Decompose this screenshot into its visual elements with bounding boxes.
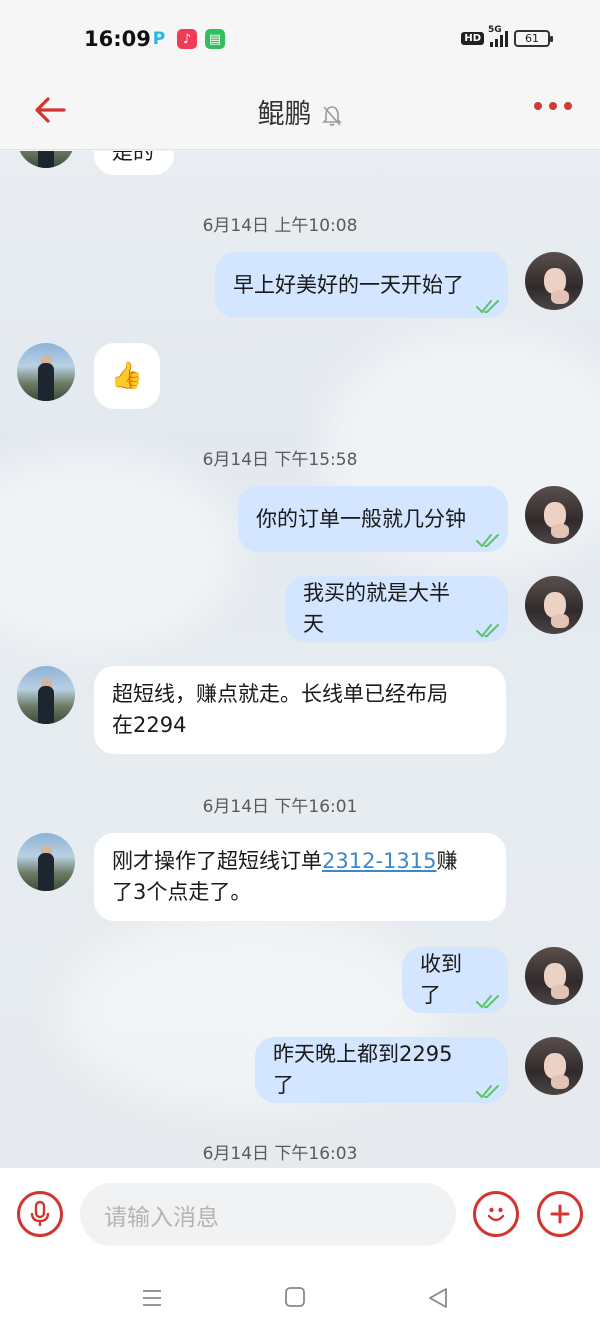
emoji-button[interactable] <box>473 1191 519 1237</box>
message-timestamp: 6月14日 上午10:08 <box>202 216 358 236</box>
dot-icon <box>534 102 542 110</box>
message-text: 收到了 <box>420 952 462 1007</box>
read-receipt-icon <box>476 300 499 314</box>
chat-title: 鲲鹏 <box>257 99 312 130</box>
parking-app-icon: P <box>152 29 166 49</box>
message-bubble[interactable]: 早上好美好的一天开始了 <box>215 252 508 318</box>
contact-avatar[interactable] <box>17 666 75 724</box>
message-text: 早上好美好的一天开始了 <box>233 272 464 297</box>
message-bubble[interactable]: 是的 <box>94 151 174 175</box>
message-timestamp: 6月14日 下午16:03 <box>202 1144 358 1164</box>
menu-icon[interactable] <box>140 1286 164 1310</box>
battery-level: 61 <box>525 32 539 45</box>
muted-bell-icon <box>321 105 342 126</box>
message-text: 你的订单一般就几分钟 <box>256 506 466 531</box>
network-type: 5G <box>488 24 502 35</box>
microphone-icon <box>30 1200 50 1226</box>
contact-avatar[interactable] <box>17 833 75 891</box>
message-text: 是的 <box>112 151 154 164</box>
message-text: 我买的就是大半天 <box>303 581 450 636</box>
thumbs-up-emoji: 👍 <box>110 360 144 391</box>
add-button[interactable] <box>537 1191 583 1237</box>
hd-icon: HD <box>461 32 484 45</box>
message-text: 在2294 <box>112 713 187 737</box>
system-navigation-bar <box>0 1268 600 1333</box>
message-input[interactable]: 请输入消息 <box>80 1183 456 1246</box>
status-time: 16:09 <box>84 27 151 51</box>
message-bubble[interactable]: 刚才操作了超短线订单2312-1315赚 了3个点走了。 <box>94 833 506 921</box>
signal-icon: 5G <box>488 25 508 47</box>
read-receipt-icon <box>476 624 499 638</box>
message-bubble[interactable]: 昨天晚上都到2295了 <box>255 1037 508 1103</box>
chat-header: 鲲鹏 <box>0 78 600 150</box>
message-bubble[interactable]: 我买的就是大半天 <box>285 576 508 642</box>
message-text: 了3个点走了。 <box>112 880 252 904</box>
message-text: 昨天晚上都到2295了 <box>273 1042 453 1097</box>
more-options-button[interactable] <box>534 94 572 118</box>
my-avatar[interactable] <box>525 252 583 310</box>
plus-icon <box>550 1204 570 1224</box>
message-timestamp: 6月14日 下午15:58 <box>202 450 358 470</box>
music-app-icon: ♪ <box>177 29 197 49</box>
message-bubble[interactable]: 👍 <box>94 343 160 409</box>
back-triangle-icon[interactable] <box>426 1286 450 1310</box>
my-avatar[interactable] <box>525 486 583 544</box>
input-bar: 请输入消息 <box>0 1168 600 1268</box>
my-avatar[interactable] <box>525 576 583 634</box>
messages-app-icon: ▤ <box>205 29 225 49</box>
message-bubble[interactable]: 超短线，赚点就走。长线单已经布局 在2294 <box>94 666 506 754</box>
message-list[interactable]: 是的 6月14日 上午10:08 早上好美好的一天开始了 👍 6月14日 下午1… <box>0 151 600 1168</box>
my-avatar[interactable] <box>525 1037 583 1095</box>
voice-button[interactable] <box>17 1191 63 1237</box>
home-icon[interactable] <box>284 1286 306 1308</box>
message-text: 赚 <box>436 849 458 873</box>
read-receipt-icon <box>476 995 499 1009</box>
message-timestamp: 6月14日 下午16:01 <box>202 797 358 817</box>
contact-avatar[interactable] <box>17 343 75 401</box>
read-receipt-icon <box>476 534 499 548</box>
my-avatar[interactable] <box>525 947 583 1005</box>
message-bubble[interactable]: 你的订单一般就几分钟 <box>238 486 508 552</box>
status-app-icons: P ♪ ▤ <box>149 29 225 49</box>
order-number-link[interactable]: 2312-1315 <box>322 849 436 873</box>
dot-icon <box>564 102 572 110</box>
dot-icon <box>549 102 557 110</box>
status-bar: 16:09 P ♪ ▤ HD 5G 61 <box>0 0 600 78</box>
message-text: 超短线，赚点就走。长线单已经布局 <box>112 682 448 706</box>
message-text: 刚才操作了超短线订单 <box>112 849 322 873</box>
contact-avatar[interactable] <box>17 151 75 168</box>
read-receipt-icon <box>476 1085 499 1099</box>
battery-icon: 61 <box>514 30 553 47</box>
smiley-icon <box>487 1207 505 1222</box>
message-bubble[interactable]: 收到了 <box>402 947 508 1013</box>
